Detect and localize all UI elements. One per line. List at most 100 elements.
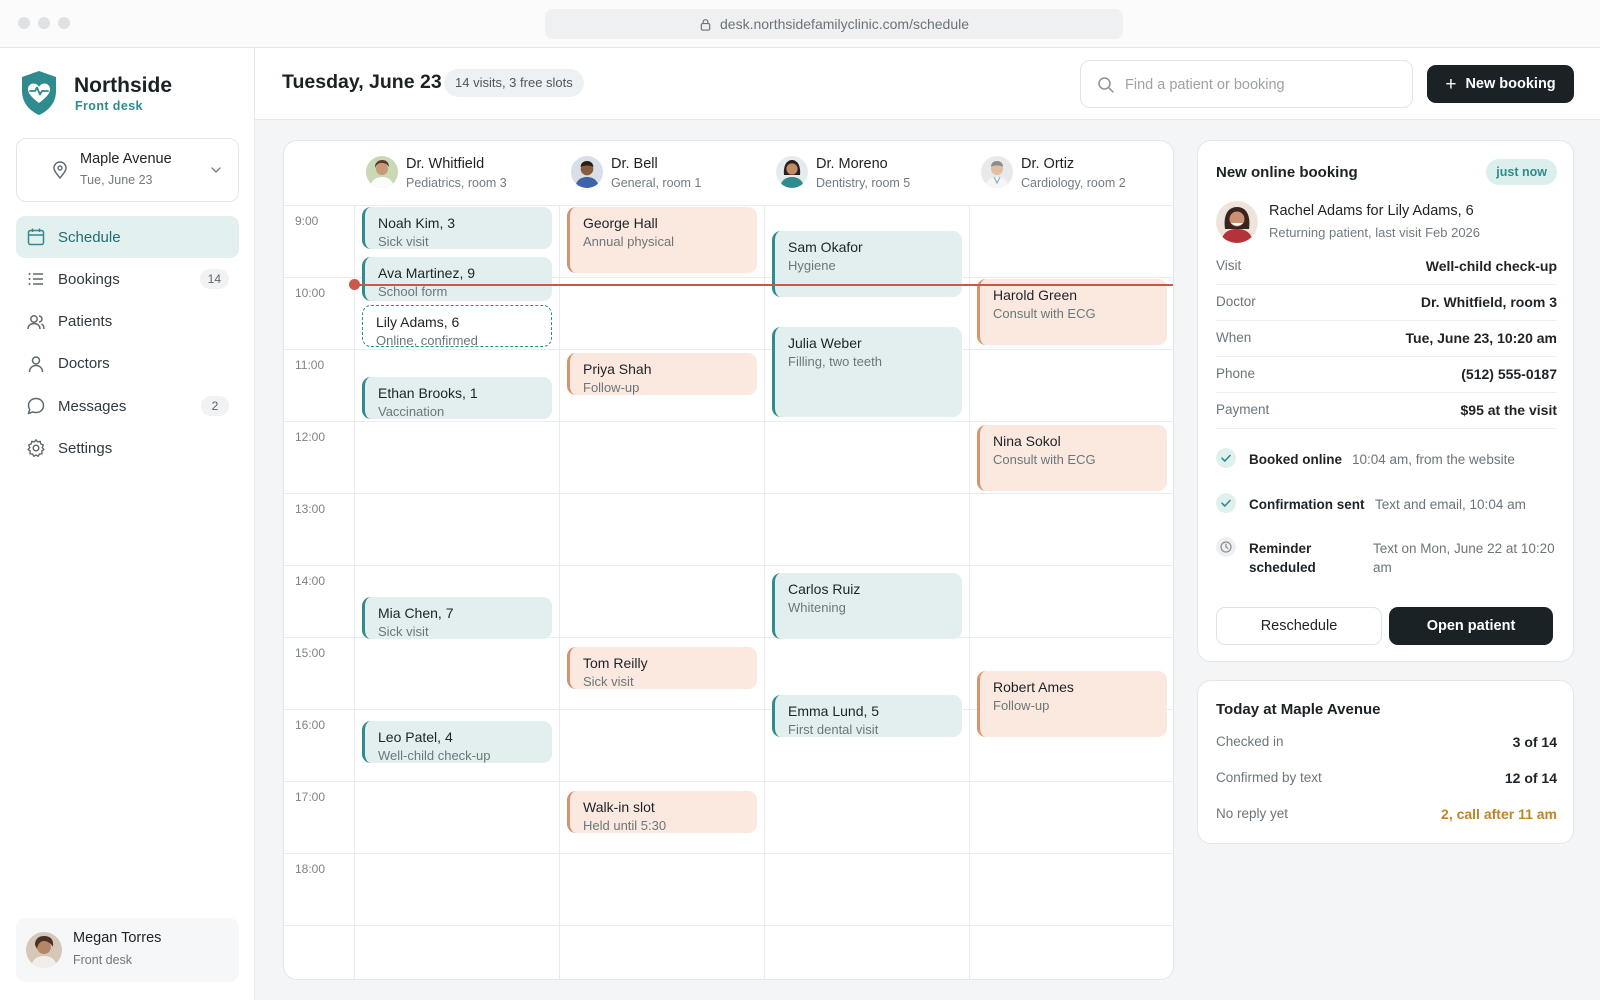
appointment-patient: Ethan Brooks, 1	[378, 385, 478, 401]
booking-field-row: When Tue, June 23, 10:20 am	[1216, 321, 1557, 357]
search-box	[1080, 60, 1413, 108]
appointment-detail: Online, confirmed	[376, 333, 478, 347]
timeline-label: Booked online	[1249, 452, 1343, 467]
panel-title: Today at Maple Avenue	[1216, 701, 1381, 718]
appointment-card[interactable]: Emma Lund, 5 First dental visit	[772, 695, 962, 737]
new-booking-label: New booking	[1465, 76, 1556, 92]
appointment-card[interactable]: Julia Weber Filling, two teeth	[772, 327, 962, 417]
clock-icon	[1216, 537, 1236, 557]
appointment-patient: Harold Green	[993, 287, 1078, 303]
appointment-card[interactable]: Mia Chen, 7 Sick visit	[362, 597, 552, 639]
current-user-card[interactable]: Megan Torres Front desk	[16, 918, 239, 982]
lock-icon	[700, 18, 711, 31]
window-minimize-dot[interactable]	[38, 17, 50, 29]
search-input[interactable]	[1125, 73, 1395, 97]
appointment-patient: Lily Adams, 6	[376, 314, 460, 330]
field-value: Tue, June 23, 10:20 am	[1405, 330, 1557, 346]
grid-line	[559, 205, 560, 979]
hour-label: 10:00	[295, 286, 326, 300]
nav-item-bookings[interactable]: Bookings 14	[16, 258, 239, 300]
new-booking-button[interactable]: + New booking	[1427, 65, 1574, 103]
doctor-room: General, room 1	[611, 176, 702, 190]
nav-item-schedule[interactable]: Schedule	[16, 216, 239, 258]
user-avatar	[26, 932, 62, 968]
appointment-card[interactable]: Walk-in slot Held until 5:30	[567, 791, 757, 833]
field-label: When	[1216, 330, 1252, 345]
appointment-detail: Consult with ECG	[993, 306, 1096, 321]
grid-line	[284, 781, 1173, 782]
doctor-name: Dr. Whitfield	[406, 156, 485, 172]
booking-field-row: Payment $95 at the visit	[1216, 393, 1557, 429]
doctor-column-header[interactable]: Dr. Moreno Dentistry, room 5	[765, 141, 970, 205]
nav-item-messages[interactable]: Messages 2	[16, 385, 239, 427]
field-label: Payment	[1216, 402, 1270, 417]
timeline-label: Reminder scheduled	[1249, 541, 1316, 575]
address-bar[interactable]: desk.northsidefamilyclinic.com/schedule	[545, 9, 1123, 39]
window-maximize-dot[interactable]	[58, 17, 70, 29]
panel-title: New online booking	[1216, 164, 1358, 181]
plus-icon: +	[1445, 73, 1457, 95]
summary-row: No reply yet 2, call after 11 am	[1216, 797, 1557, 833]
user-icon	[28, 356, 44, 372]
reschedule-button[interactable]: Reschedule	[1216, 607, 1382, 645]
search-icon	[1098, 77, 1114, 93]
summary-label: No reply yet	[1216, 806, 1289, 821]
nav-item-patients[interactable]: Patients	[16, 301, 239, 343]
hour-label: 18:00	[295, 862, 326, 876]
doctor-column-header[interactable]: Dr. Bell General, room 1	[560, 141, 765, 205]
grid-line	[354, 205, 355, 979]
appointment-card[interactable]: Ava Martinez, 9 School form	[362, 257, 552, 301]
doctor-avatar	[776, 156, 808, 188]
doctor-column-header[interactable]: Dr. Ortiz Cardiology, room 2	[970, 141, 1173, 205]
appointment-card[interactable]: Leo Patel, 4 Well-child check-up	[362, 721, 552, 763]
brand-name: Northside	[74, 74, 173, 97]
nav-label: Patients	[58, 313, 113, 331]
appointment-card[interactable]: Harold Green Consult with ECG	[977, 279, 1167, 345]
hour-label: 13:00	[295, 502, 326, 516]
nav-item-settings[interactable]: Settings	[16, 427, 239, 469]
appointment-patient: Sam Okafor	[788, 239, 863, 255]
location-date: Tue, June 23	[80, 173, 153, 187]
timeline-value: Text on Mon, June 22 at 10:20 am	[1373, 541, 1555, 575]
appointment-patient: Tom Reilly	[583, 655, 648, 671]
appointment-detail: Follow-up	[993, 698, 1050, 713]
window-close-dot[interactable]	[18, 17, 30, 29]
nav-label: Doctors	[58, 355, 110, 373]
brand-subtitle: Front desk	[75, 99, 143, 113]
shield-heart-logo-icon	[22, 71, 56, 115]
appointment-card[interactable]: Carlos Ruiz Whitening	[772, 573, 962, 639]
appointment-card[interactable]: Robert Ames Follow-up	[977, 671, 1167, 737]
url-text: desk.northsidefamilyclinic.com/schedule	[720, 16, 969, 32]
appointment-card[interactable]: Nina Sokol Consult with ECG	[977, 425, 1167, 491]
appointment-patient: George Hall	[583, 215, 658, 231]
appointment-detail: School form	[378, 284, 448, 299]
summary-label: Checked in	[1216, 734, 1284, 749]
summary-value-warning: 2, call after 11 am	[1441, 806, 1557, 822]
appointment-card[interactable]: Noah Kim, 3 Sick visit	[362, 207, 552, 249]
doctor-column-header[interactable]: Dr. Whitfield Pediatrics, room 3	[355, 141, 560, 205]
grid-line	[284, 925, 1173, 926]
appointment-card[interactable]: Sam Okafor Hygiene	[772, 231, 962, 297]
appointment-card[interactable]: George Hall Annual physical	[567, 207, 757, 273]
field-label: Visit	[1216, 258, 1242, 273]
open-patient-button[interactable]: Open patient	[1389, 607, 1553, 645]
doctor-room: Pediatrics, room 3	[406, 176, 507, 190]
hour-label: 14:00	[295, 574, 326, 588]
map-pin-icon	[53, 161, 67, 179]
doctor-avatar	[981, 156, 1013, 188]
location-selector[interactable]: Maple Avenue Tue, June 23	[16, 138, 239, 202]
grid-line	[284, 853, 1173, 854]
user-name: Megan Torres	[73, 930, 162, 946]
timeline-item: Reminder scheduled Text on Mon, June 22 …	[1216, 537, 1557, 579]
appointment-detail: Follow-up	[583, 380, 640, 395]
nav-label: Settings	[58, 439, 113, 457]
appointment-card[interactable]: Priya Shah Follow-up	[567, 353, 757, 395]
appointment-card[interactable]: Ethan Brooks, 1 Vaccination	[362, 377, 552, 419]
nav-item-doctors[interactable]: Doctors	[16, 343, 239, 385]
doctor-name: Dr. Ortiz	[1021, 156, 1075, 172]
pending-appointment-card[interactable]: Lily Adams, 6 Online, confirmed	[362, 305, 552, 347]
appointment-card[interactable]: Tom Reilly Sick visit	[567, 647, 757, 689]
check-icon	[1216, 448, 1236, 468]
appointment-patient: Priya Shah	[583, 361, 652, 377]
appointment-patient: Walk-in slot	[583, 799, 655, 815]
